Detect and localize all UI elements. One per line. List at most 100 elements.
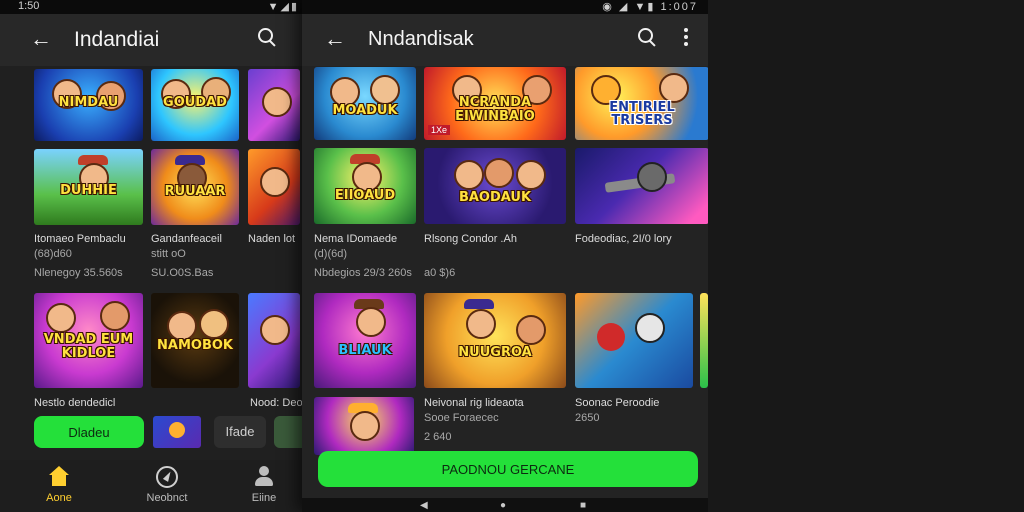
game-tile[interactable]: EIIOAUD xyxy=(314,148,416,224)
people-icon xyxy=(253,466,275,488)
system-home-icon[interactable]: ● xyxy=(500,500,506,511)
game-meta: Sooe Foraecec xyxy=(424,412,499,424)
nav-label: Eiine xyxy=(251,492,277,504)
game-title: EIIOAUD xyxy=(334,188,396,204)
back-arrow-icon[interactable]: ← xyxy=(30,26,52,52)
game-meta: stitt oO xyxy=(151,248,186,260)
app-bar: ← Indandiai xyxy=(0,14,305,66)
status-icons: ▼◢▮ xyxy=(267,1,299,13)
nav-profile[interactable]: Eiine xyxy=(234,466,294,504)
page-title: Indandiai xyxy=(74,28,160,51)
game-downloads: Nlenegoy 35.560s xyxy=(34,267,123,279)
more-options-icon[interactable] xyxy=(684,28,688,49)
game-tile[interactable]: NUUGROA xyxy=(424,293,566,388)
game-tile[interactable] xyxy=(248,149,300,225)
game-tile[interactable]: BLIAUK xyxy=(314,293,416,388)
status-bar: 1:50 ▼◢▮ xyxy=(0,0,305,14)
game-title: GOUDAD xyxy=(163,95,227,111)
back-arrow-icon[interactable]: ← xyxy=(324,26,346,52)
search-icon[interactable] xyxy=(256,26,280,50)
game-badge: 1Xe xyxy=(428,125,451,135)
game-caption: Nema IDomaede (d)(6d) Nbdegios 29/3 260s xyxy=(314,232,418,281)
game-name: Nood: Deo xyxy=(250,397,303,409)
bottom-navigation: Aone Neobnct Eiine xyxy=(0,460,305,512)
nav-label: Aone xyxy=(46,492,72,504)
game-tile-partial[interactable] xyxy=(700,293,708,388)
nav-home[interactable]: Aone xyxy=(29,466,89,504)
game-tile[interactable]: DUHHIE xyxy=(34,149,143,225)
game-downloads: SU.O0S.Bas xyxy=(151,267,214,279)
game-title: MOADUK xyxy=(332,102,398,118)
game-title: NIMDAU xyxy=(58,95,119,111)
partial-button[interactable] xyxy=(274,416,304,448)
empty-background xyxy=(708,0,1024,512)
game-caption: Naden lot xyxy=(248,232,304,247)
system-recents-icon[interactable]: ■ xyxy=(580,500,586,511)
game-caption: Nestlo dendedicl xyxy=(34,396,144,411)
game-downloads: Nbdegios 29/3 260s xyxy=(314,267,412,279)
game-name: Fodeodiac, 2I/0 lory xyxy=(575,233,672,245)
game-meta: (68)d60 xyxy=(34,248,72,260)
nav-discover[interactable]: Neobnct xyxy=(137,466,197,504)
game-tile[interactable]: NAMOBOK xyxy=(151,293,239,388)
primary-action-button[interactable]: PAODNOU GERCANE xyxy=(318,451,698,487)
game-downloads: a0 $)6 xyxy=(424,267,456,279)
right-phone-screen: ◉ ◢ ▼▮ 1:007 ← Nndandisak MOADUK NCRANDA… xyxy=(302,0,708,512)
page-title: Nndandisak xyxy=(368,28,474,50)
game-name: Itomaeo Pembaclu xyxy=(34,233,126,245)
game-caption: Fodeodiac, 2I/0 lory xyxy=(575,232,708,247)
game-tile[interactable]: NCRANDA EIWINBAIO 1Xe xyxy=(424,67,566,140)
game-title: NCRANDA EIWINBAIO xyxy=(455,95,535,124)
game-title: NUUGROA xyxy=(458,345,532,361)
game-title: DUHHIE xyxy=(60,182,117,198)
game-tile[interactable] xyxy=(248,293,300,388)
game-name: Neivonal rig lideaota xyxy=(424,397,524,409)
search-icon[interactable] xyxy=(636,26,660,50)
game-tile[interactable]: GOUDAD xyxy=(151,69,239,141)
game-tile[interactable]: MOADUK xyxy=(314,67,416,140)
nav-label: Neobnct xyxy=(146,492,188,504)
game-downloads: 2 640 xyxy=(424,431,452,443)
game-tile[interactable]: ENTIRIEL TRISERS xyxy=(575,67,708,140)
game-name: Nema IDomaede xyxy=(314,233,398,245)
download-button[interactable]: Dladeu xyxy=(34,416,144,448)
home-icon xyxy=(48,466,70,488)
game-tile[interactable]: NIMDAU xyxy=(34,69,143,141)
game-tile[interactable] xyxy=(248,69,300,141)
game-title: NAMOBOK xyxy=(157,337,233,353)
discover-icon xyxy=(156,466,178,488)
game-caption: Gandanfeaceil stitt oO SU.O0S.Bas xyxy=(151,232,243,281)
status-icons: ◉ ◢ ▼▮ 1:007 xyxy=(602,1,698,13)
game-meta: (d)(6d) xyxy=(314,248,348,260)
game-caption: Itomaeo Pembaclu (68)d60 Nlenegoy 35.560… xyxy=(34,232,144,281)
game-title: VNDAD EUM KIDLOE xyxy=(43,331,134,361)
system-back-icon[interactable]: ◀ xyxy=(420,500,428,511)
status-time: 1:50 xyxy=(18,0,40,12)
game-name: Rlsong Condor .Ah xyxy=(424,233,517,245)
game-caption: Rlsong Condor .Ah a0 $)6 xyxy=(424,232,566,281)
game-meta xyxy=(424,247,566,262)
game-tile[interactable] xyxy=(575,148,708,224)
game-caption: Neivonal rig lideaota Sooe Foraecec 2 64… xyxy=(424,396,566,445)
left-phone-screen: 1:50 ▼◢▮ ← Indandiai NIMDAU GOUDAD DUHHI… xyxy=(0,0,305,512)
game-name: Gandanfeaceil xyxy=(151,233,222,245)
secondary-button[interactable]: Ifade xyxy=(214,416,266,448)
status-time: 1:007 xyxy=(660,1,698,13)
game-title: BLIAUK xyxy=(338,343,392,359)
game-icon-thumbnail[interactable] xyxy=(153,416,201,448)
status-bar: ◉ ◢ ▼▮ 1:007 xyxy=(302,0,708,14)
game-caption: Nood: Deo xyxy=(250,396,305,411)
app-bar: ← Nndandisak xyxy=(302,14,708,66)
system-navigation-bar: ◀ ● ■ xyxy=(302,498,708,512)
game-tile[interactable] xyxy=(314,397,414,455)
game-name: Naden lot xyxy=(248,233,296,245)
game-caption: Soonac Peroodie 2650 xyxy=(575,396,708,426)
game-title: ENTIRIEL TRISERS xyxy=(609,99,675,129)
game-tile[interactable] xyxy=(575,293,693,388)
game-name: Soonac Peroodie xyxy=(575,397,660,409)
game-title: RUUAAR xyxy=(164,184,226,200)
game-tile[interactable]: RUUAAR xyxy=(151,149,239,225)
game-meta: 2650 xyxy=(575,412,600,424)
game-tile[interactable]: VNDAD EUM KIDLOE xyxy=(34,293,143,388)
game-tile[interactable]: BAODAUK xyxy=(424,148,566,224)
